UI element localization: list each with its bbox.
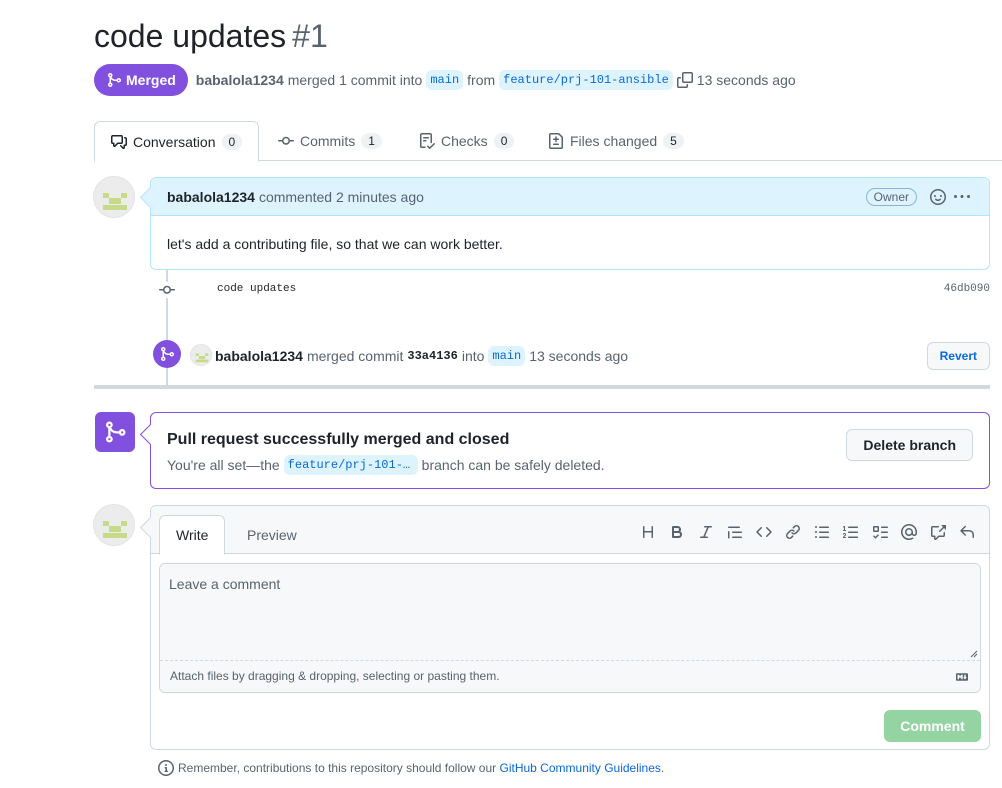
mention-icon[interactable] <box>901 524 917 540</box>
merge-target-branch[interactable]: main <box>488 346 526 366</box>
unordered-list-icon[interactable] <box>814 524 830 540</box>
git-merge-icon <box>161 347 175 361</box>
file-diff-icon <box>549 133 563 149</box>
comment-placeholder: Leave a comment <box>169 576 281 592</box>
git-commit-icon <box>278 136 294 145</box>
tab-checks[interactable]: Checks 0 <box>419 121 515 161</box>
avatar[interactable] <box>190 344 212 366</box>
git-merge-icon <box>108 73 122 87</box>
guidelines-note: Remember, contributions to this reposito… <box>158 760 664 776</box>
guidelines-end: . <box>660 761 665 775</box>
new-comment-form: Write Preview Leave a comment Attach fil… <box>150 505 990 750</box>
ordered-list-icon[interactable] <box>843 524 859 540</box>
merged-title: Pull request successfully merged and clo… <box>167 431 510 448</box>
pr-action-text: merged 1 commit into <box>287 72 423 88</box>
timeline-commit: code updates 46db090 <box>158 281 990 299</box>
comment-discussion-icon <box>111 134 127 149</box>
from-text: from <box>467 72 496 88</box>
italic-icon[interactable] <box>698 524 714 540</box>
tab-label: Files changed <box>570 133 658 149</box>
into-text: into <box>461 348 485 364</box>
link-icon[interactable] <box>785 524 801 540</box>
avatar[interactable] <box>93 504 135 546</box>
tab-counter: 0 <box>493 133 515 149</box>
pr-time: 13 seconds ago <box>696 72 796 88</box>
commit-sha-link[interactable]: 46db090 <box>944 283 990 295</box>
pr-title: code updates #1 <box>94 18 328 55</box>
tab-counter: 1 <box>361 133 382 149</box>
comment-textarea[interactable]: Leave a comment Attach files by dragging… <box>159 563 981 693</box>
attach-files-area[interactable]: Attach files by dragging & dropping, sel… <box>160 660 980 692</box>
tab-write[interactable]: Write <box>159 515 226 555</box>
tab-commits[interactable]: Commits 1 <box>278 121 382 161</box>
pr-title-text: code updates <box>94 18 287 54</box>
owner-badge: Owner <box>865 188 917 206</box>
comment-author[interactable]: babalola1234 <box>167 189 255 205</box>
community-guidelines-link[interactable]: GitHub Community Guidelines <box>500 761 661 775</box>
avatar[interactable] <box>93 176 135 218</box>
guidelines-text: Remember, contributions to this reposito… <box>178 761 497 775</box>
pr-number: #1 <box>292 18 328 54</box>
merged-commit-text: merged commit <box>306 348 404 364</box>
tab-label: Conversation <box>133 133 216 150</box>
pr-author-link[interactable]: babalola1234 <box>196 72 284 88</box>
heading-icon[interactable] <box>640 524 656 540</box>
markdown-icon[interactable] <box>954 671 970 686</box>
pr-tabs: Conversation 0 Commits 1 Checks 0 Files … <box>94 121 1002 162</box>
merged-sub-suffix: branch can be safely deleted. <box>421 457 605 473</box>
tab-conversation[interactable]: Conversation 0 <box>94 121 260 162</box>
merge-commit-sha[interactable]: 33a4136 <box>407 349 457 363</box>
task-list-icon[interactable] <box>872 524 888 540</box>
merge-author-link[interactable]: babalola1234 <box>215 348 303 364</box>
checklist-icon <box>420 133 435 149</box>
attach-files-text: Attach files by dragging & dropping, sel… <box>170 669 500 683</box>
tab-counter: 0 <box>221 133 243 150</box>
timeline-line <box>166 368 168 385</box>
bold-icon[interactable] <box>669 524 685 540</box>
deletable-branch[interactable]: feature/prj-101-an… <box>283 455 418 475</box>
merge-event-text: babalola1234 merged commit 33a4136 into … <box>215 346 628 366</box>
merged-sub-prefix: You're all set—the <box>167 457 280 473</box>
git-merge-icon <box>106 421 126 443</box>
timeline-divider <box>94 385 990 389</box>
tab-preview[interactable]: Preview <box>231 515 313 555</box>
comment-body: let's add a contributing file, so that w… <box>167 236 503 252</box>
kebab-horizontal-icon[interactable] <box>954 189 970 208</box>
smiley-icon[interactable] <box>930 189 946 208</box>
markdown-toolbar <box>640 524 975 540</box>
cross-reference-icon[interactable] <box>930 524 946 540</box>
reply-icon[interactable] <box>959 524 975 540</box>
resize-handle-icon[interactable] <box>970 650 978 658</box>
state-label: Merged <box>126 72 176 88</box>
head-branch[interactable]: feature/prj-101-ansible <box>499 70 673 90</box>
tab-label: Commits <box>300 133 356 149</box>
copy-icon[interactable] <box>676 72 693 88</box>
tab-files-changed[interactable]: Files changed 5 <box>548 121 684 161</box>
merge-event-badge <box>153 340 181 368</box>
code-icon[interactable] <box>756 524 772 540</box>
merge-status-icon <box>95 412 135 452</box>
delete-branch-button[interactable]: Delete branch <box>846 429 973 461</box>
merged-state-badge: Merged <box>94 64 188 96</box>
info-icon <box>158 760 174 776</box>
merged-status-box: Pull request successfully merged and clo… <box>150 412 990 489</box>
comment: babalola1234 commented 2 minutes ago Own… <box>150 177 990 270</box>
tab-counter: 5 <box>663 133 684 149</box>
pr-meta: Merged babalola1234 merged 1 commit into… <box>94 64 796 96</box>
merge-event: babalola1234 merged commit 33a4136 into … <box>153 340 990 370</box>
comment-time[interactable]: commented 2 minutes ago <box>259 189 424 205</box>
merged-subtitle: You're all set—the feature/prj-101-an… b… <box>167 455 605 475</box>
quote-icon[interactable] <box>727 524 743 540</box>
git-commit-icon <box>158 282 176 301</box>
merge-time[interactable]: 13 seconds ago <box>529 348 628 364</box>
comment-submit-button[interactable]: Comment <box>884 710 981 742</box>
comment-header: babalola1234 commented 2 minutes ago Own… <box>151 178 989 216</box>
revert-button[interactable]: Revert <box>926 342 990 370</box>
editor-header: Write Preview <box>151 506 989 555</box>
commit-message-link[interactable]: code updates <box>217 283 296 295</box>
tab-label: Checks <box>441 133 488 149</box>
base-branch[interactable]: main <box>426 70 464 90</box>
